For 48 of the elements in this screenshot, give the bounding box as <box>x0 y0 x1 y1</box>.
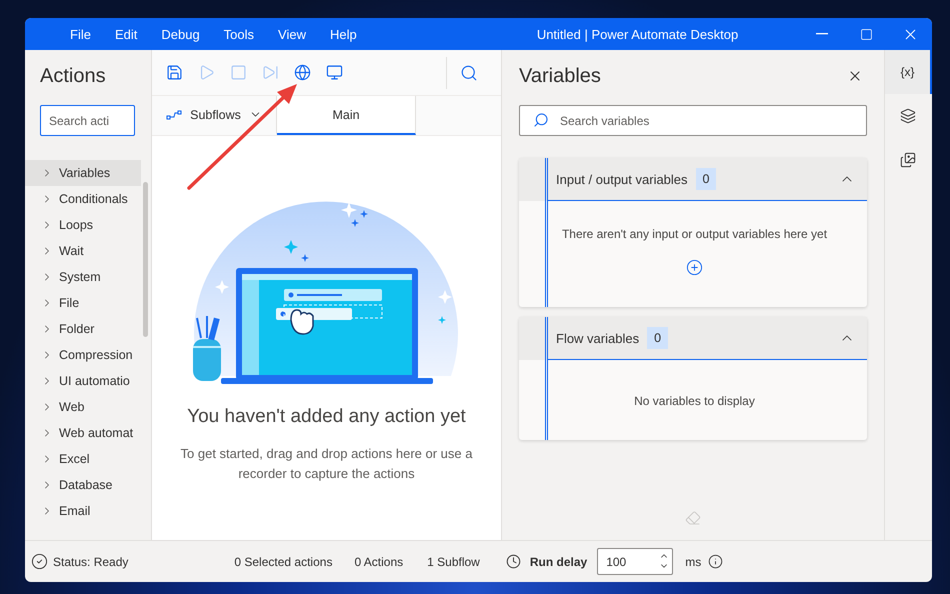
count-badge: 0 <box>696 168 716 190</box>
maximize-icon <box>860 28 872 40</box>
step-icon <box>262 64 278 81</box>
scrollbar-thumb[interactable] <box>143 182 148 337</box>
run-delay-label: Run delay <box>530 554 588 568</box>
search-field[interactable]: Search acti <box>40 105 135 136</box>
menu-item[interactable]: Tools <box>212 26 266 42</box>
layers-icon <box>900 108 916 124</box>
check-circle-icon <box>31 553 48 570</box>
subflow-count: 1 Subflow <box>427 554 480 568</box>
search-field[interactable]: Search variables <box>519 105 867 136</box>
action-group-item[interactable]: Variables <box>25 160 141 186</box>
save-icon <box>166 64 182 81</box>
menu-item[interactable]: File <box>58 26 103 42</box>
empty-state-text: To get started, drag and drop actions here or use a recorder to capture the actions <box>180 445 474 483</box>
search-icon <box>533 112 549 128</box>
side-rail-button[interactable]: {x} <box>885 50 932 94</box>
panel-title: Variables <box>519 64 601 88</box>
monitor-icon <box>326 64 342 81</box>
section-title: Flow variables <box>556 330 640 346</box>
panel-title: Actions <box>40 64 107 88</box>
info-icon[interactable] <box>708 554 724 569</box>
menu-item[interactable]: Debug <box>149 26 212 42</box>
flow-tab[interactable]: Main <box>277 96 416 135</box>
selected-actions-count: 0 Selected actions <box>234 554 332 568</box>
search-icon <box>460 64 478 82</box>
menu-item[interactable]: Edit <box>102 26 150 42</box>
plus-circle-icon <box>686 259 703 276</box>
unit-label: ms <box>685 554 702 568</box>
window-title: Untitled | Power Automate Desktop <box>536 26 740 42</box>
actions-count: 0 Actions <box>354 554 404 568</box>
images-icon <box>900 152 916 168</box>
empty-state-heading: You haven't added any action yet <box>187 406 466 428</box>
run-delay-field[interactable]: 100 <box>597 548 674 575</box>
clock-icon <box>506 554 521 569</box>
menu-item[interactable]: Help <box>318 26 369 42</box>
count-badge: 0 <box>647 327 668 349</box>
minimize-icon <box>816 33 828 35</box>
empty-message: No variables to display <box>634 394 755 408</box>
globe-icon <box>294 64 310 81</box>
menu-item[interactable]: View <box>266 26 318 42</box>
subflow-icon <box>166 108 182 120</box>
section-title: Input / output variables <box>556 172 688 186</box>
empty-message: There aren't any input or output variables here yet <box>562 227 828 241</box>
add-button[interactable] <box>686 259 703 276</box>
status-text: Status: Ready <box>53 554 128 568</box>
stop-icon <box>230 64 246 81</box>
eraser-icon <box>685 510 701 526</box>
